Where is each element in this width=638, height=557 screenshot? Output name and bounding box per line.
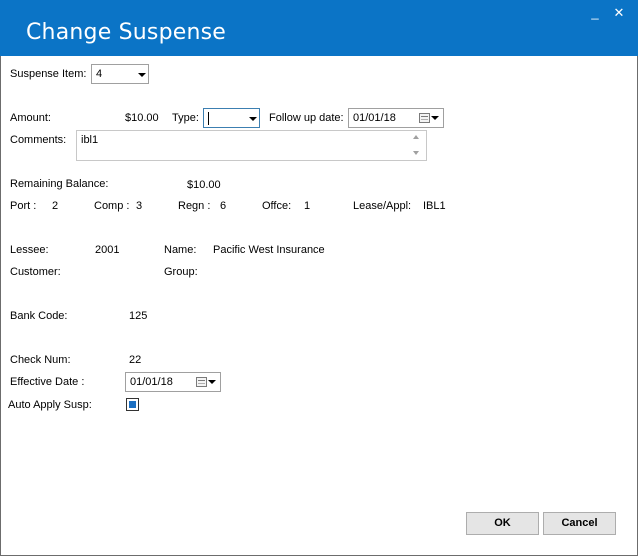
comp-label: Comp : <box>94 200 130 212</box>
check-num-value: 22 <box>129 354 142 366</box>
title-bar: Change Suspense _ ✕ <box>0 0 638 56</box>
scroll-down-icon[interactable] <box>413 151 419 155</box>
regn-label: Regn : <box>178 200 211 212</box>
lease-appl-value: IBL1 <box>423 200 446 212</box>
amount-label: Amount: <box>10 112 51 124</box>
type-label: Type: <box>172 112 199 124</box>
suspense-item-select[interactable]: 4 <box>91 64 149 84</box>
chevron-down-icon <box>208 380 216 384</box>
calendar-icon[interactable] <box>196 377 207 387</box>
effective-date-picker[interactable]: 01/01/18 <box>125 372 221 392</box>
name-value: Pacific West Insurance <box>213 244 325 256</box>
check-num-label: Check Num: <box>10 354 71 366</box>
chevron-down-icon <box>138 73 146 77</box>
effective-date-label: Effective Date : <box>10 376 85 388</box>
comp-value: 3 <box>136 200 143 212</box>
auto-apply-label: Auto Apply Susp: <box>8 399 92 411</box>
port-value: 2 <box>52 200 59 212</box>
chevron-down-icon <box>431 116 439 120</box>
port-label: Port : <box>10 200 37 212</box>
follow-up-date-label: Follow up date: <box>269 112 344 124</box>
close-button[interactable]: ✕ <box>609 4 629 22</box>
comments-textarea[interactable]: ibl1 <box>76 130 427 161</box>
lessee-label: Lessee: <box>10 244 49 256</box>
group-label: Group: <box>164 266 198 278</box>
lessee-value: 2001 <box>95 244 120 256</box>
comments-label: Comments: <box>10 134 67 146</box>
remaining-balance-value: $10.00 <box>187 179 221 191</box>
auto-apply-checkbox[interactable] <box>126 398 139 411</box>
remaining-balance-label: Remaining Balance: <box>10 178 109 190</box>
regn-value: 6 <box>220 200 227 212</box>
type-select[interactable] <box>203 108 260 128</box>
scroll-up-icon[interactable] <box>413 135 419 139</box>
suspense-item-label: Suspense Item: <box>10 68 87 80</box>
office-label: Offce: <box>262 200 292 212</box>
calendar-icon[interactable] <box>419 113 430 123</box>
bank-code-label: Bank Code: <box>10 310 68 322</box>
text-cursor <box>208 112 209 125</box>
bank-code-value: 125 <box>129 310 148 322</box>
cancel-button[interactable]: Cancel <box>543 512 616 535</box>
follow-up-date-picker[interactable]: 01/01/18 <box>348 108 444 128</box>
customer-label: Customer: <box>10 266 61 278</box>
window-title: Change Suspense <box>26 20 227 45</box>
suspense-item-value: 4 <box>96 68 103 80</box>
follow-up-date-value: 01/01/18 <box>353 112 396 124</box>
effective-date-value: 01/01/18 <box>130 376 173 388</box>
lease-appl-label: Lease/Appl: <box>353 200 412 212</box>
office-value: 1 <box>304 200 311 212</box>
name-label: Name: <box>164 244 197 256</box>
minimize-button[interactable]: _ <box>585 4 605 22</box>
ok-button[interactable]: OK <box>466 512 539 535</box>
checkbox-fill <box>129 401 136 408</box>
amount-value: $10.00 <box>125 112 159 124</box>
chevron-down-icon <box>249 117 257 121</box>
comments-value: ibl1 <box>81 134 99 146</box>
